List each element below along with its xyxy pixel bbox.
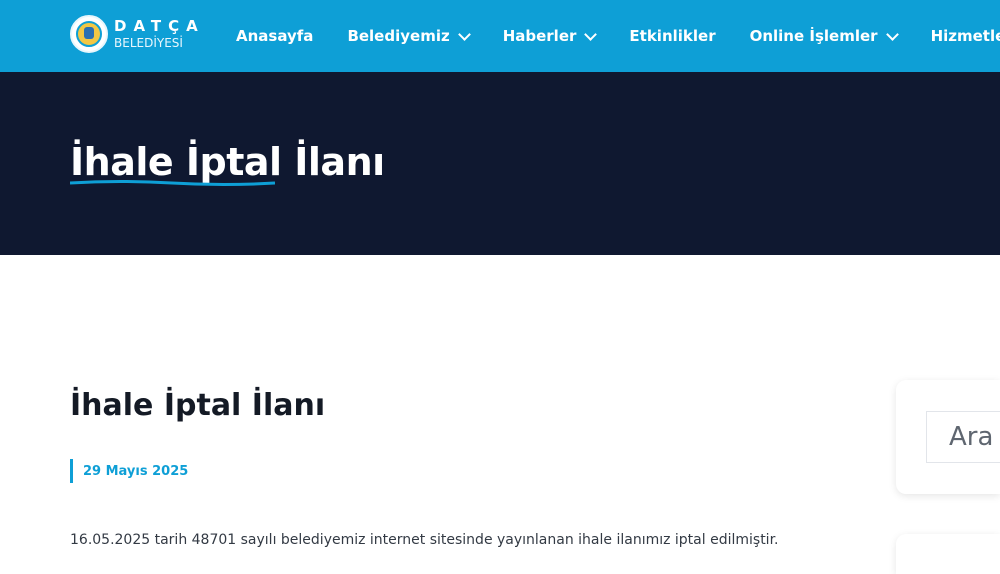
article-title: İhale İptal İlanı	[70, 388, 326, 423]
chevron-down-icon	[457, 27, 471, 41]
nav-item-label: Online İşlemler	[749, 27, 878, 45]
nav-item-label: Etkinlikler	[629, 27, 716, 45]
nav-item-etkinlikler[interactable]: Etkinlikler	[629, 27, 715, 45]
hero-title-underline	[70, 180, 275, 186]
sidebar-card	[896, 534, 1000, 574]
nav-item-hizmetlerimiz[interactable]: Hizmetlerimiz	[931, 27, 1000, 45]
nav-item-label: Hizmetlerimiz	[930, 27, 1000, 45]
nav-item-label: Belediyemiz	[347, 27, 450, 45]
chevron-down-icon	[885, 27, 899, 41]
main-nav: Anasayfa Belediyemiz Haberler Etkinlikle…	[236, 0, 1000, 72]
municipality-emblem-icon	[70, 15, 108, 53]
page-hero: İhale İptal İlanı	[0, 72, 1000, 255]
article-date-text: 29 Mayıs 2025	[83, 463, 189, 479]
top-nav-bar: DATÇA BELEDİYESİ Anasayfa Belediyemiz Ha…	[0, 0, 1000, 72]
nav-item-label: Haberler	[502, 27, 577, 45]
site-logo[interactable]: DATÇA BELEDİYESİ	[70, 14, 205, 54]
chevron-down-icon	[584, 27, 598, 41]
nav-item-belediyemiz[interactable]: Belediyemiz	[347, 27, 471, 45]
logo-subtitle: BELEDİYESİ	[114, 36, 183, 50]
sidebar-search-card	[896, 380, 1000, 494]
search-input[interactable]	[926, 411, 1000, 463]
article-body: 16.05.2025 tarih 48701 sayılı belediyemi…	[70, 532, 779, 548]
nav-item-online-islemler[interactable]: Online İşlemler	[749, 27, 899, 45]
nav-item-anasayfa[interactable]: Anasayfa	[236, 27, 313, 45]
nav-item-haberler[interactable]: Haberler	[502, 27, 598, 45]
logo-title: DATÇA	[114, 17, 205, 35]
date-accent-bar	[70, 459, 73, 483]
hero-title: İhale İptal İlanı	[70, 140, 385, 184]
article-date: 29 Mayıs 2025	[70, 459, 188, 483]
logo-text: DATÇA BELEDİYESİ	[114, 17, 205, 50]
nav-item-label: Anasayfa	[236, 27, 314, 45]
